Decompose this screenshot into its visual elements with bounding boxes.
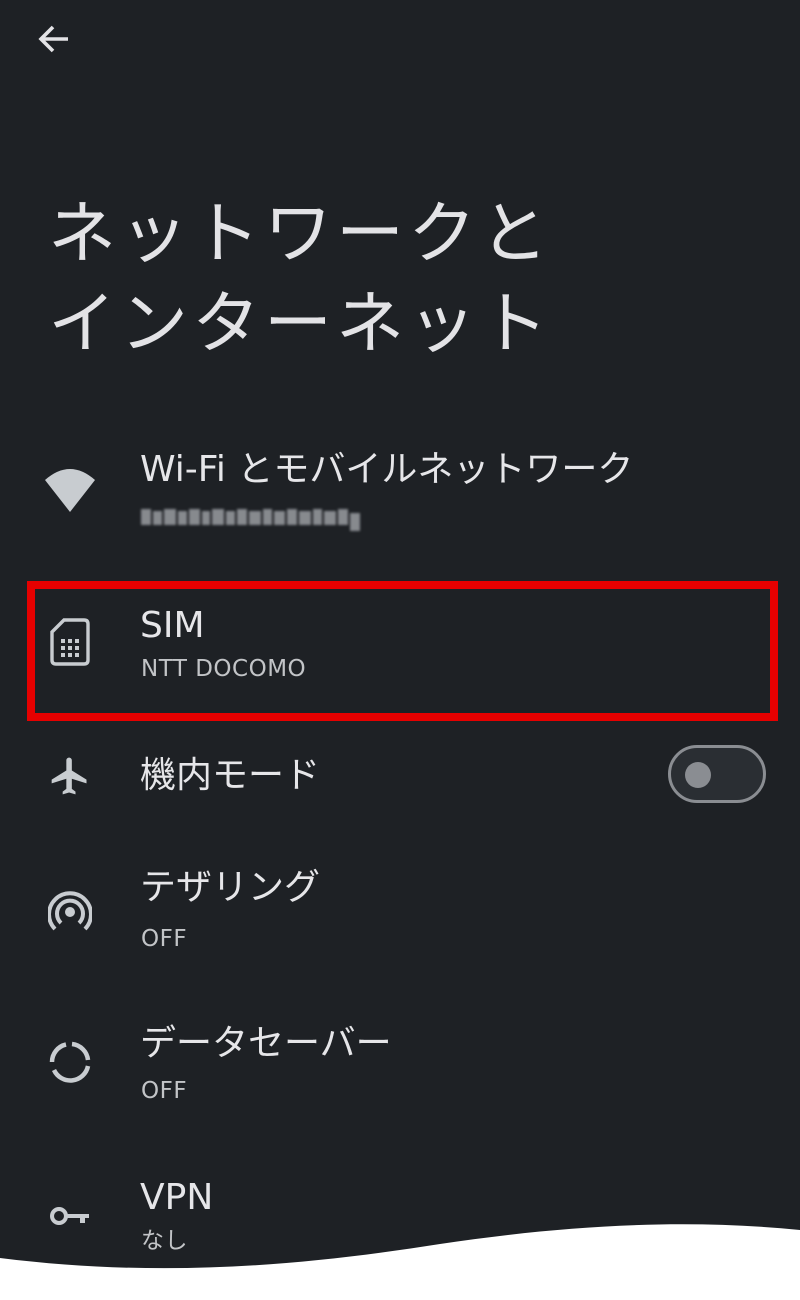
toggle-knob (685, 762, 711, 788)
settings-item-tethering-subtitle: OFF (141, 926, 188, 952)
settings-item-sim[interactable]: SIM NTT DOCOMO (0, 592, 800, 702)
settings-item-wifi[interactable]: Wi-Fi とモバイルネットワーク (0, 440, 800, 550)
settings-item-tethering-title: テザリング (140, 867, 321, 908)
page-title-line1: ネットワークと (48, 195, 553, 274)
settings-item-sim-title: SIM (140, 605, 205, 646)
data-saver-icon (40, 1032, 100, 1092)
settings-item-datasaver-subtitle: OFF (141, 1078, 188, 1104)
obscured-network-name (141, 503, 373, 533)
page-title: ネットワークと インターネット (48, 190, 748, 370)
wifi-icon (40, 459, 100, 519)
back-button[interactable] (24, 14, 84, 64)
settings-item-sim-subtitle: NTT DOCOMO (141, 656, 307, 682)
airplane-mode-toggle[interactable] (668, 745, 766, 803)
airplane-icon (40, 746, 100, 806)
hotspot-icon (40, 882, 100, 942)
settings-item-datasaver-title: データセーバー (140, 1023, 392, 1064)
settings-item-tethering[interactable]: テザリング OFF (0, 866, 800, 976)
torn-edge-decoration (0, 1224, 800, 1300)
settings-item-airplane-title: 機内モード (140, 755, 321, 796)
sim-card-icon (40, 612, 100, 672)
settings-screen: ネットワークと インターネット Wi-Fi とモバイルネットワーク SIM NT… (0, 0, 800, 1300)
settings-item-wifi-title: Wi-Fi とモバイルネットワーク (140, 449, 634, 490)
back-arrow-icon (38, 25, 68, 53)
page-title-line2: インターネット (48, 285, 553, 364)
settings-item-datasaver[interactable]: データセーバー OFF (0, 1020, 800, 1130)
